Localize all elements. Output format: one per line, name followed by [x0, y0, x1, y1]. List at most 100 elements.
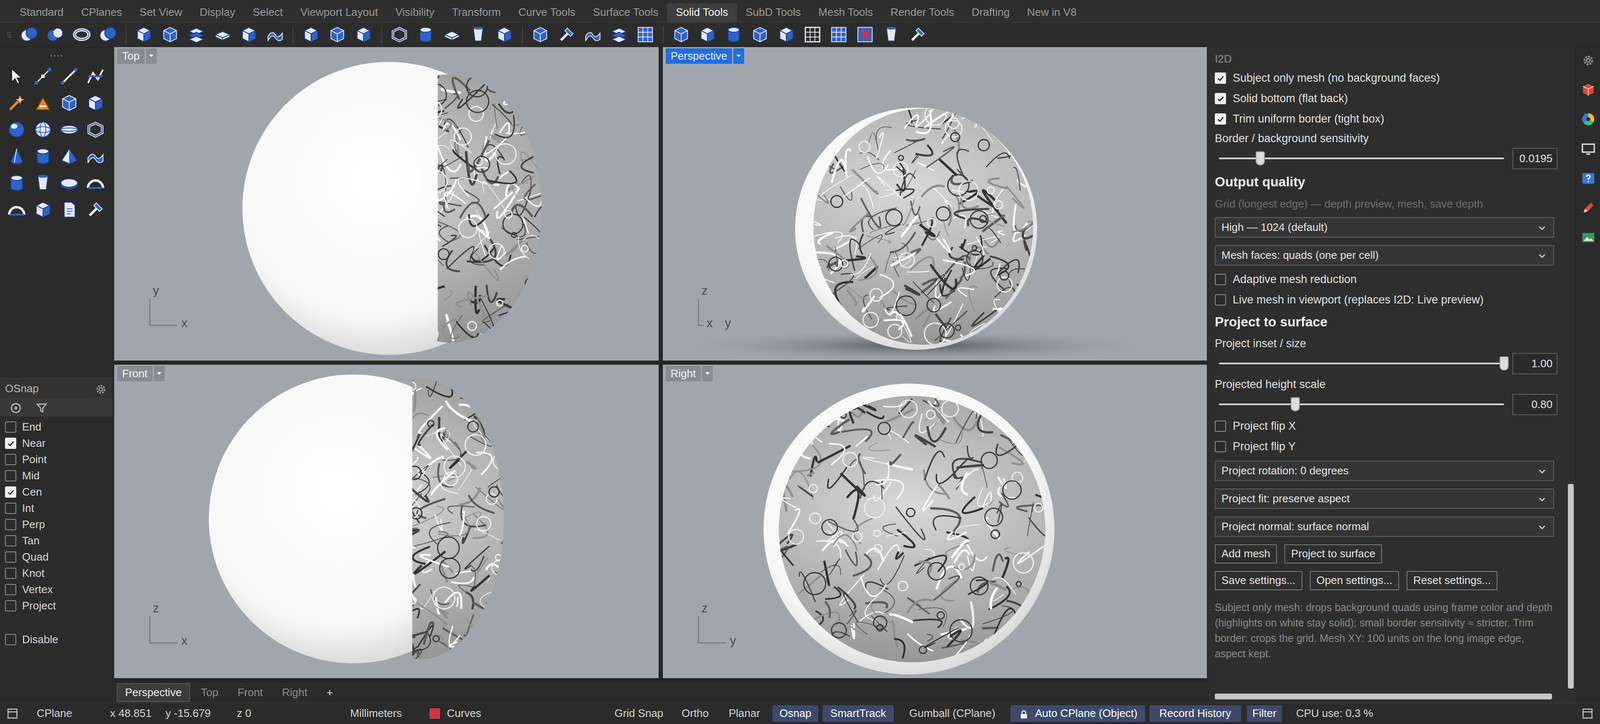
left-tool-button[interactable]	[82, 116, 109, 143]
status-toggle[interactable]: Auto CPlane (Object)	[1010, 705, 1146, 723]
toolbar-button[interactable]	[415, 24, 437, 46]
ribbon-tab[interactable]: SubD Tools	[737, 3, 811, 23]
checkbox[interactable]	[1214, 420, 1227, 432]
osnap-item[interactable]: Point	[5, 451, 108, 468]
slider-thumb[interactable]	[1290, 397, 1300, 412]
status-toggle[interactable]: Ortho	[681, 705, 729, 723]
checkbox[interactable]	[1214, 273, 1227, 286]
checkbox[interactable]	[1214, 441, 1227, 453]
checkbox[interactable]	[5, 535, 17, 547]
status-label[interactable]: Record History	[1159, 707, 1232, 720]
slider-value[interactable]: 0.0195	[1512, 147, 1558, 170]
left-tool-button[interactable]	[3, 89, 30, 117]
osnap-settings[interactable]	[94, 380, 108, 397]
checkbox-label[interactable]: Trim uniform border (tight box)	[1232, 110, 1385, 128]
toolbar-button[interactable]	[388, 24, 410, 46]
ribbon-tab[interactable]: Display	[190, 3, 244, 23]
checkbox-row[interactable]: Trim uniform border (tight box)	[1214, 108, 1558, 130]
checkbox[interactable]	[5, 470, 17, 482]
checkbox-label[interactable]: Live mesh in viewport (replaces I2D: Liv…	[1232, 291, 1484, 309]
osnap-item[interactable]: Mid	[5, 467, 108, 485]
ribbon-tab[interactable]: Drafting	[963, 3, 1019, 23]
status-toggle[interactable]: SmartTrack	[822, 705, 894, 723]
toolbar-grip[interactable]	[5, 24, 14, 46]
checkbox[interactable]	[5, 551, 17, 563]
panel-tab[interactable]	[1581, 51, 1596, 69]
osnap-disable[interactable]: Disable	[5, 631, 108, 648]
select-value[interactable]: Project rotation: 0 degrees	[1221, 462, 1349, 479]
status-toggle[interactable]: Gumball (CPlane)	[909, 705, 1011, 723]
ribbon-tab[interactable]: Visibility	[386, 3, 443, 23]
checkbox-label[interactable]: Project flip Y	[1232, 438, 1296, 456]
toolbar-button[interactable]	[670, 24, 692, 46]
viewport-title[interactable]: Right	[665, 366, 714, 382]
toolbar-button[interactable]	[880, 24, 902, 46]
toolbar-button[interactable]	[608, 24, 630, 46]
toolbar-button[interactable]	[723, 24, 745, 46]
ribbon-tab[interactable]: Curve Tools	[509, 3, 585, 23]
checkbox-label[interactable]: Knot	[22, 565, 45, 582]
viewport-name[interactable]: Right	[665, 366, 702, 382]
left-tool-button[interactable]	[29, 196, 56, 224]
viewport-name[interactable]: Top	[117, 48, 145, 64]
left-tool-button[interactable]	[82, 142, 109, 170]
checkbox-label[interactable]: Project	[22, 597, 56, 615]
checkbox-label[interactable]: Perp	[22, 516, 46, 533]
checkbox[interactable]	[5, 502, 17, 515]
panel-toggle[interactable]	[0, 705, 37, 723]
toolbar-button[interactable]	[775, 24, 797, 46]
toolbar-button[interactable]	[749, 24, 771, 46]
checkbox-label[interactable]: Project flip X	[1232, 417, 1297, 435]
ribbon-tab[interactable]: Select	[243, 3, 292, 23]
viewport-menu[interactable]	[145, 48, 157, 64]
select-arrow[interactable]	[1536, 490, 1548, 507]
checkbox-row[interactable]: Live mesh in viewport (replaces I2D: Liv…	[1214, 289, 1558, 311]
left-tool-button[interactable]	[29, 62, 56, 90]
dropdown-select[interactable]: Project normal: surface normal	[1214, 516, 1555, 537]
add-viewport-tab[interactable]: +	[318, 683, 342, 703]
panel-tab[interactable]	[1580, 198, 1597, 216]
ribbon-tab[interactable]: Viewport Layout	[291, 3, 387, 23]
status-label[interactable]: Ortho	[681, 707, 709, 720]
ribbon-tab[interactable]: Transform	[443, 3, 510, 23]
left-tool-button[interactable]	[55, 89, 83, 117]
select-arrow[interactable]	[1536, 462, 1548, 479]
scrollbar-track[interactable]	[1214, 693, 1563, 700]
toolbar-button[interactable]	[97, 24, 119, 46]
select-arrow[interactable]	[1536, 518, 1548, 535]
select-value[interactable]: Mesh faces: quads (one per cell)	[1221, 247, 1379, 264]
left-toolbar-grip[interactable]	[3, 48, 110, 63]
checkbox[interactable]	[5, 567, 17, 580]
left-tool-button[interactable]	[29, 142, 56, 170]
slider-thumb[interactable]	[1255, 151, 1265, 166]
left-tool-button[interactable]	[55, 116, 83, 143]
left-tool-button[interactable]	[55, 169, 83, 197]
left-tool-button[interactable]	[29, 89, 56, 117]
checkbox[interactable]	[5, 584, 17, 596]
select-value[interactable]: Project fit: preserve aspect	[1221, 490, 1350, 507]
left-tool-button[interactable]	[29, 116, 56, 143]
ribbon-tab[interactable]: Set View	[130, 3, 191, 23]
checkbox[interactable]	[1214, 92, 1227, 105]
checkbox-label[interactable]: Quad	[22, 549, 49, 566]
scrollbar-thumb[interactable]	[1567, 484, 1574, 689]
osnap-item[interactable]: End	[5, 418, 108, 436]
toolbar-button[interactable]	[441, 24, 463, 46]
osnap-tab[interactable]	[9, 398, 23, 417]
checkbox-label[interactable]: Point	[22, 451, 47, 468]
status-toggle[interactable]: Osnap	[772, 705, 819, 723]
status-toggle[interactable]: Planar	[728, 705, 773, 723]
panel-button[interactable]: Project to surface	[1284, 544, 1382, 564]
layout-toggle[interactable]	[1580, 705, 1600, 723]
scrollbar-thumb[interactable]	[1214, 693, 1553, 700]
left-tool-button[interactable]	[55, 62, 83, 90]
slider-value[interactable]: 1.00	[1512, 353, 1558, 375]
status-label[interactable]: Auto CPlane (Object)	[1035, 707, 1138, 720]
checkbox[interactable]	[1214, 113, 1227, 125]
viewport-title[interactable]: Perspective	[665, 48, 745, 64]
checkbox-label[interactable]: Disable	[22, 631, 59, 648]
viewport-title[interactable]: Top	[117, 48, 157, 64]
checkbox[interactable]	[5, 421, 17, 433]
horizontal-scrollbar[interactable]	[1208, 690, 1575, 703]
panel-button[interactable]: Save settings...	[1214, 571, 1303, 591]
